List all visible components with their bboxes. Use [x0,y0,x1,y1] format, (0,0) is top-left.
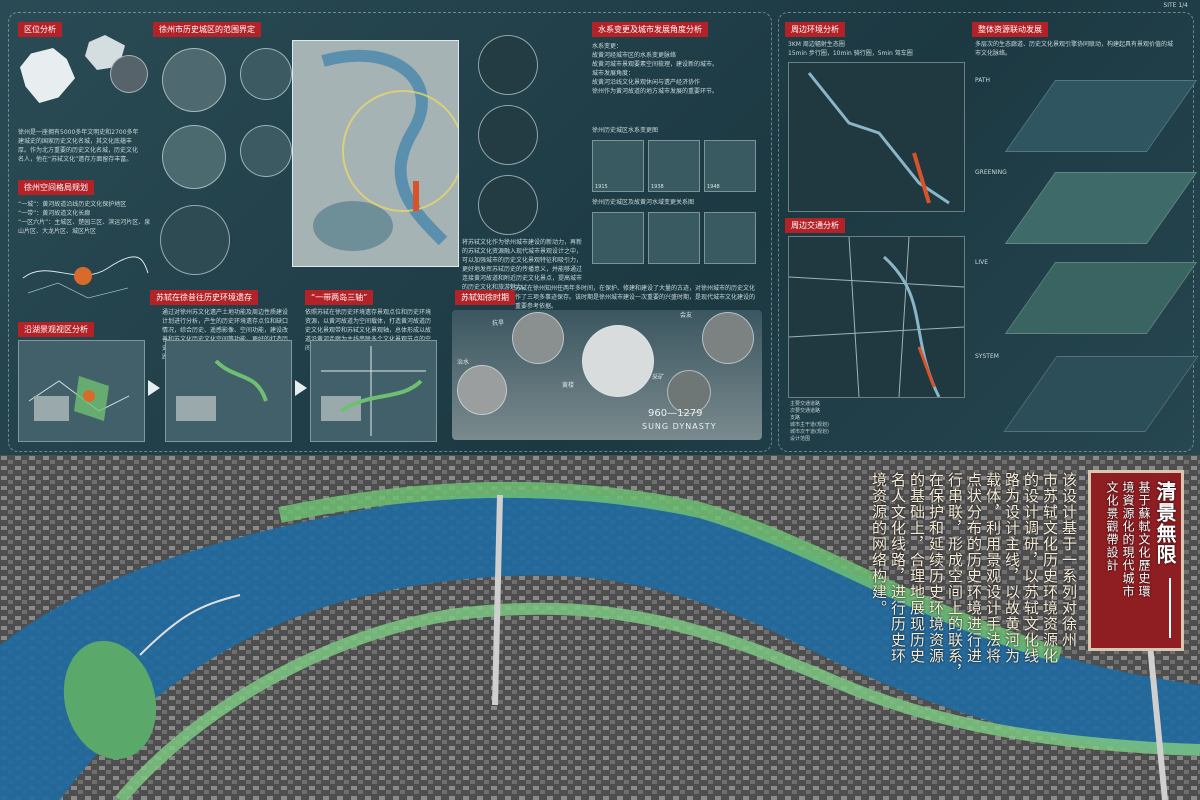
range-circle-5 [160,205,230,275]
main-city-map [292,40,459,267]
title-sub-1: 基于蘇軾文化歷史環 [1137,481,1151,598]
relation-map-1 [592,212,644,264]
legend-6: 设计范围 [790,436,811,442]
relation-map-2 [648,212,700,264]
desc-col-10: 名人文化线路，进行历史环 [889,472,907,664]
photo-drought [512,312,564,364]
photo-flood [457,365,507,415]
layer-system-label: SYSTEM [975,353,999,360]
photo-yellow-tower [582,325,654,397]
intro-text: 徐州是一座拥有5000多年文明史和2700多年建城史的国家历史文化名城，其文化底… [18,129,139,163]
desc-col-1: 该设计基于一系列对徐州 [1060,472,1078,648]
water-circle-3 [478,175,538,235]
dynasty-name: SUNG DYNASTY [642,422,717,431]
surroundings-map [788,62,965,212]
desc-col-6: 点状分布的历史环境进行进 [965,472,983,664]
tag-su-shi-heritage: 苏轼在徐昔往历史环境遗存 [150,290,258,305]
traffic-legend: 主要交通道路 次要交通道路 支路 城市主干道(规划) 城市次干道(规划) 设计范… [790,400,950,446]
tag-surroundings: 周边环境分析 [785,22,845,37]
range-circle-2 [240,48,292,100]
belt-map [310,340,437,442]
label-mining: 采矿 [652,374,665,381]
year-1938: 1938 [651,184,664,190]
tag-resource: 整体资源联动发展 [972,22,1048,37]
title-main: 清景無限 [1153,481,1177,565]
plan-map [18,238,153,308]
photo-meet-friends [702,312,754,364]
desc-col-11: 境资源的网络构建。 [870,472,888,616]
traffic-map [788,236,965,398]
title-divider [1169,578,1171,638]
desc-col-9: 的基础上，合理地展现历史 [908,472,926,664]
desc-col-2: 市苏轼文化历史环境资源化 [1041,472,1059,664]
location-circle [110,55,148,93]
layer-live-label: LIVE [975,259,989,266]
desc-col-5: 载体，利用景观设计手法将 [984,472,1002,664]
label-yellow-tower: 黄楼 [562,382,575,389]
relation-map-3 [704,212,756,264]
desc-col-8: 在保护和延续历史环境资源 [927,472,945,664]
tag-su-period: 苏轼知徐时期 [455,290,515,305]
desc-col-4: 路为设计主线，以故黄河为 [1003,472,1021,664]
history-map-1938: 1938 [648,140,700,192]
tag-traffic: 周边交通分析 [785,218,845,233]
tag-water-change: 水系变更及城市发展角度分析 [592,22,708,37]
tag-historic-range: 徐州市历史城区的范围界定 [153,22,261,37]
year-1948: 1948 [707,184,720,190]
label-drought: 抗旱 [492,320,505,327]
tag-one-belt: “一带两岛三轴” [305,290,374,305]
water-circle-2 [478,105,538,165]
env-subtitle: 3KM 周边辐射生态圈 15min 步行圈，10min 骑行圈，5min 驾车圈 [788,41,913,57]
map1-caption: 徐州历史城区水系变更图 [592,127,659,134]
title-box: 清景無限 基于蘇軾文化歷史環 境資源化的現代城市 文化景觀帶設計 [1088,470,1184,651]
era-line: 960—1279 [648,408,703,419]
title-sub-3: 文化景觀帶設計 [1105,481,1119,572]
tag-related-plan: 徐州空间格局规划 [18,180,94,195]
tag-scenery: 沿湖景观视区分析 [18,322,94,337]
history-map-1948: 1948 [704,140,756,192]
page-label: SITE 1/4 [1163,2,1188,9]
water-text: 水系变更： 故黄河经城市区的水系变更脉络 故黄河城市景观要素空间梳理，建设新的城… [592,43,719,95]
year-1915: 1915 [595,184,608,190]
layer-path-label: PATH [975,77,991,84]
desc-col-3: 的设计调研，以苏轼文化线 [1022,472,1040,664]
map2-caption: 徐州历史城区及故黄河水域变更关系图 [592,199,695,206]
range-circle-3 [162,125,226,189]
resource-text: 多层次的生态廊道、历史文化景观引擎协同联动，构建起具有景观价值的城市文化脉络。 [975,41,1174,57]
history-map-1915: 1915 [592,140,644,192]
su-period-text: 苏轼在徐州知州任两年多时间，在保护、修建和建设了大量的古迹，对徐州城市的历史文化… [515,285,756,310]
label-meet-friends: 会友 [680,312,693,319]
tag-location: 区位分析 [18,22,62,37]
range-circle-4 [240,125,292,177]
label-flood: 治水 [457,359,470,366]
layer-greening-label: GREENING [975,169,1007,176]
desc-col-7: 行串联，形成空间上的联系， [946,472,964,680]
heritage-map [165,340,292,442]
arrow-right-icon [295,380,307,396]
range-circle-1 [162,48,226,112]
water-circle-1 [478,35,538,95]
dynasty-collage: 抗旱 治水 黄楼 会友 采矿 960—1279 SUNG DYNASTY [452,310,762,440]
arrow-right-icon [148,380,160,396]
scenery-map [18,340,145,442]
plan-text: “一城”：黄河故道沿线历史文化保护地区 “一带”：黄河故道文化长廊 “一区六片”… [18,201,151,235]
description-block: 该设计基于一系列对徐州 市苏轼文化历史环境资源化 的设计调研，以苏轼文化线 路为… [858,472,1078,792]
title-sub-2: 境資源化的現代城市 [1121,481,1135,598]
